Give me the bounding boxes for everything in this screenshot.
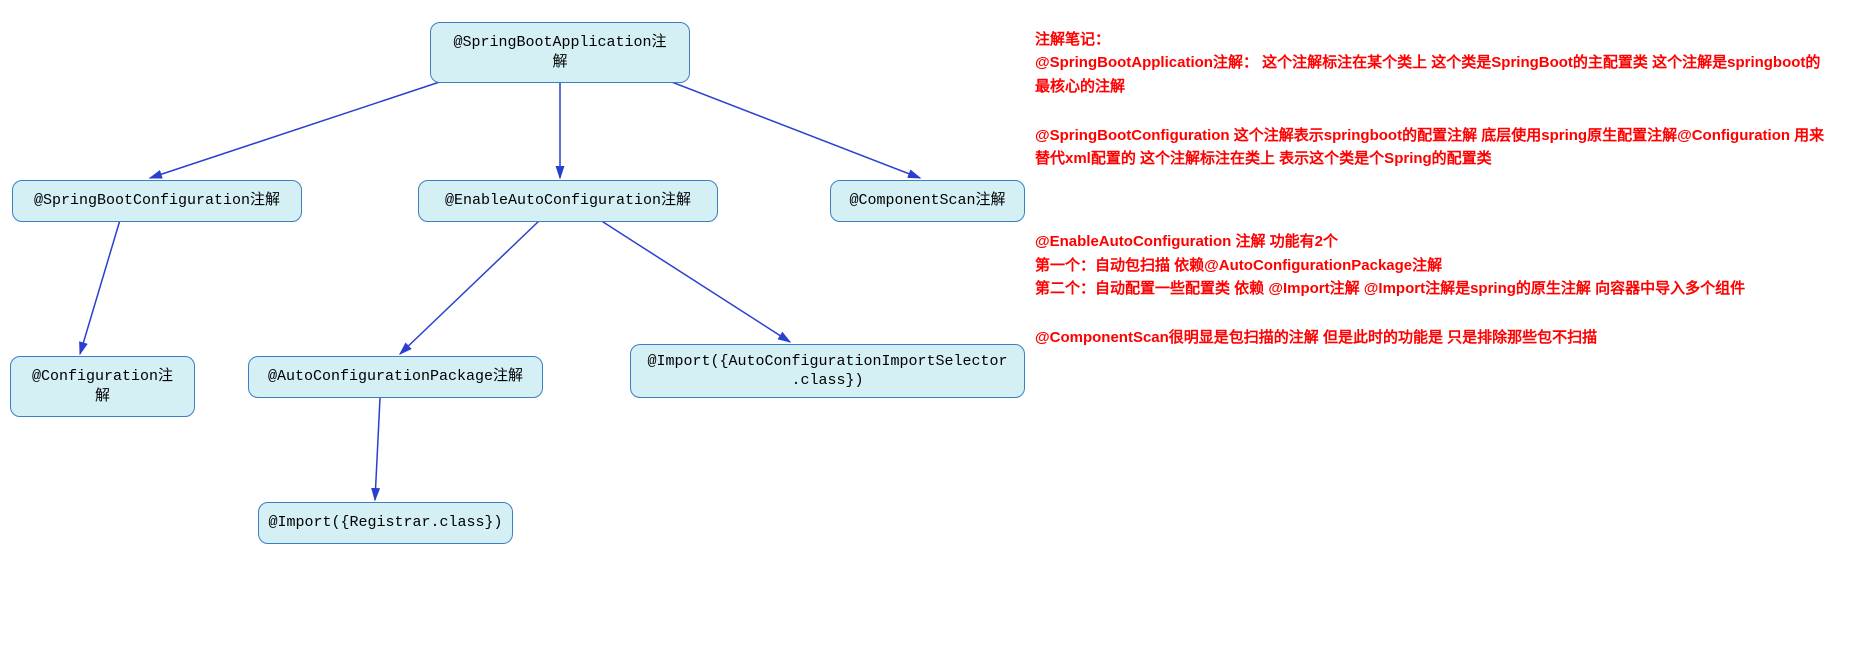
node-spring-boot-configuration[interactable]: @SpringBootConfiguration注解 xyxy=(12,180,302,222)
notes-paragraph-1: 注解笔记：@SpringBootApplication注解： 这个注解标注在某个… xyxy=(1035,28,1835,98)
node-label: @SpringBootApplication注解 xyxy=(447,33,673,72)
note-text: @ComponentScan很明显是包扫描的注解 但是此时的功能是 只是排除那些… xyxy=(1035,329,1597,346)
node-label: @ComponentScan注解 xyxy=(849,191,1005,211)
note-text: 注解笔记：@SpringBootApplication注解： 这个注解标注在某个… xyxy=(1035,31,1820,95)
node-enable-auto-configuration[interactable]: @EnableAutoConfiguration注解 xyxy=(418,180,718,222)
notes-paragraph-4: @ComponentScan很明显是包扫描的注解 但是此时的功能是 只是排除那些… xyxy=(1035,326,1835,349)
node-import-auto-config-selector[interactable]: @Import({AutoConfigurationImportSelector… xyxy=(630,344,1025,398)
note-text: @SpringBootConfiguration 这个注解表示springboo… xyxy=(1035,127,1824,167)
node-label: @Import({AutoConfigurationImportSelector… xyxy=(647,352,1007,391)
node-import-registrar[interactable]: @Import({Registrar.class}) xyxy=(258,502,513,544)
node-label: @EnableAutoConfiguration注解 xyxy=(445,191,691,211)
notes-area: 注解笔记：@SpringBootApplication注解： 这个注解标注在某个… xyxy=(1035,28,1835,375)
node-label: @Import({Registrar.class}) xyxy=(268,513,502,533)
node-component-scan[interactable]: @ComponentScan注解 xyxy=(830,180,1025,222)
node-auto-configuration-package[interactable]: @AutoConfigurationPackage注解 xyxy=(248,356,543,398)
node-spring-boot-application[interactable]: @SpringBootApplication注解 xyxy=(430,22,690,83)
notes-paragraph-3: @EnableAutoConfiguration 注解 功能有2个第一个：自动包… xyxy=(1035,230,1835,300)
node-label: @Configuration注解 xyxy=(27,367,178,406)
node-configuration[interactable]: @Configuration注解 xyxy=(10,356,195,417)
note-text: @EnableAutoConfiguration 注解 功能有2个第一个：自动包… xyxy=(1035,233,1745,297)
node-label: @AutoConfigurationPackage注解 xyxy=(268,367,523,387)
connector-layer xyxy=(0,0,1050,672)
notes-paragraph-2: @SpringBootConfiguration 这个注解表示springboo… xyxy=(1035,124,1835,171)
diagram-area: @SpringBootApplication注解 @SpringBootConf… xyxy=(0,0,1050,672)
node-label: @SpringBootConfiguration注解 xyxy=(34,191,280,211)
